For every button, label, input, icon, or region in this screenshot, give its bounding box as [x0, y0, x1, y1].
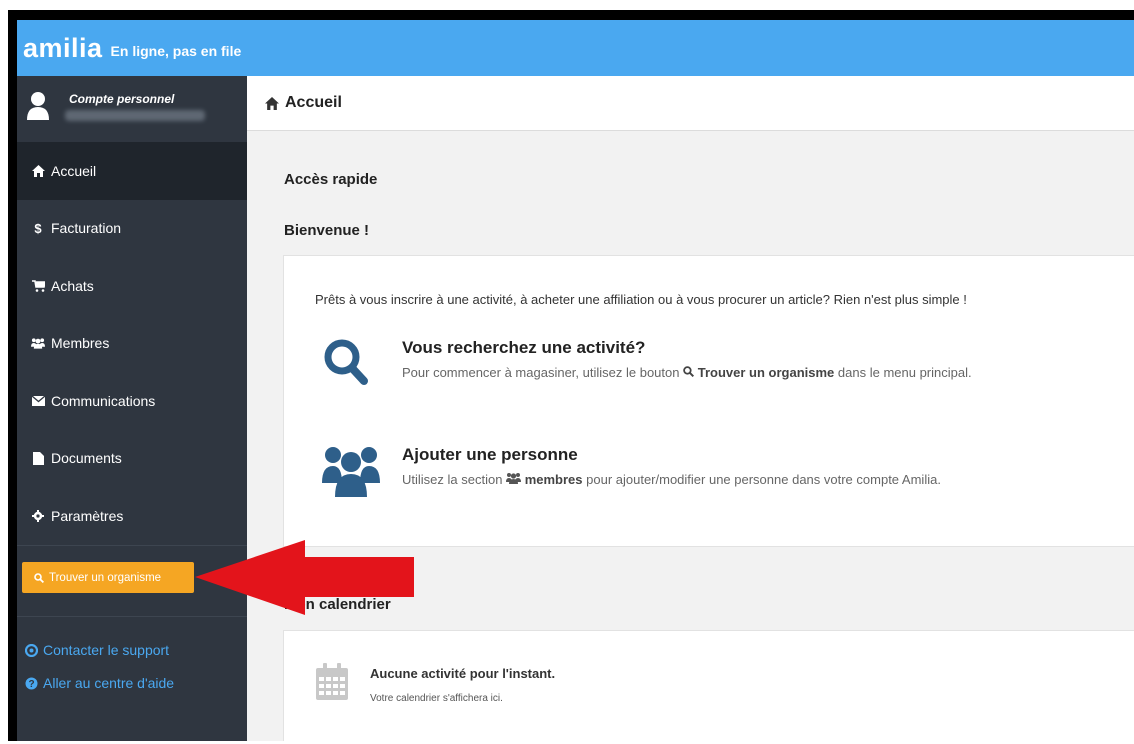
sidebar-item-label: Facturation	[51, 220, 122, 237]
sidebar-item-documents[interactable]: Documents	[17, 430, 247, 488]
tagline: En ligne, pas en file	[110, 43, 242, 59]
find-organization-button[interactable]: Trouver un organisme	[22, 562, 194, 593]
sidebar: Compte personnel Accueil $ Facturation A…	[17, 76, 247, 741]
screenshot-frame: amilia En ligne, pas en file Compte pers…	[8, 10, 1134, 741]
help-center-link[interactable]: ? Aller au centre d'aide	[25, 675, 174, 691]
file-icon	[31, 451, 45, 465]
welcome-card: Prêts à vous inscrire à une activité, à …	[283, 255, 1134, 547]
app-window: amilia En ligne, pas en file Compte pers…	[17, 20, 1134, 741]
sidebar-item-communications[interactable]: Communications	[17, 372, 247, 430]
calendar-icon	[316, 663, 348, 700]
page-title: Accueil	[285, 94, 342, 111]
sidebar-item-accueil[interactable]: Accueil	[17, 142, 247, 200]
users-icon	[506, 473, 522, 484]
lifebuoy-icon	[25, 643, 38, 657]
gear-icon	[31, 509, 45, 523]
sidebar-item-label: Documents	[51, 450, 122, 467]
sidebar-item-achats[interactable]: Achats	[17, 257, 247, 315]
search-icon	[324, 339, 368, 385]
search-icon	[683, 366, 695, 378]
home-icon	[265, 96, 279, 110]
search-icon	[34, 572, 44, 583]
main-content: Accueil Accès rapide Bienvenue ! Prêts à…	[247, 76, 1134, 741]
sidebar-item-label: Paramètres	[51, 507, 124, 524]
sidebar-item-parametres[interactable]: Paramètres	[17, 487, 247, 545]
sidebar-item-membres[interactable]: Membres	[17, 315, 247, 373]
question-icon: ?	[25, 677, 38, 690]
sidebar-item-label: Accueil	[51, 162, 97, 179]
home-icon	[31, 164, 45, 178]
sidebar-item-label: Membres	[51, 335, 110, 352]
account-header[interactable]: Compte personnel	[17, 76, 247, 142]
calendar-card: Aucune activité pour l'instant. Votre ca…	[283, 630, 1134, 741]
amilia-logo[interactable]: amilia	[23, 33, 103, 64]
person-feature-title: Ajouter une personne	[402, 445, 578, 464]
page-header: Accueil	[247, 76, 1134, 131]
envelope-icon	[31, 394, 45, 408]
search-feature-title: Vous recherchez une activité?	[402, 338, 646, 357]
svg-text:?: ?	[28, 679, 34, 690]
dollar-icon: $	[34, 220, 42, 236]
sidebar-item-facturation[interactable]: $ Facturation	[17, 200, 247, 258]
calendar-empty-title: Aucune activité pour l'instant.	[370, 666, 556, 681]
welcome-heading: Bienvenue !	[284, 222, 370, 239]
contact-support-link[interactable]: Contacter le support	[25, 642, 169, 658]
account-title: Compte personnel	[69, 92, 175, 106]
quick-access-heading: Accès rapide	[284, 171, 378, 188]
blurred-account-name	[65, 110, 205, 121]
person-feature-desc: Utilisez la section membres pour ajouter…	[402, 472, 941, 487]
users-icon	[31, 336, 45, 350]
contact-support-label: Contacter le support	[43, 642, 170, 658]
intro-text: Prêts à vous inscrire à une activité, à …	[315, 292, 967, 307]
find-organization-label: Trouver un organisme	[49, 571, 162, 584]
user-icon	[27, 92, 49, 120]
top-bar: amilia En ligne, pas en file	[17, 20, 1134, 76]
calendar-empty-subtitle: Votre calendrier s'affichera ici.	[370, 693, 503, 704]
users-icon	[322, 447, 380, 497]
red-annotation-arrow	[195, 540, 414, 615]
sidebar-item-label: Achats	[51, 277, 94, 294]
cart-icon	[31, 279, 45, 293]
search-feature-desc: Pour commencer à magasiner, utilisez le …	[402, 365, 972, 380]
sidebar-item-label: Communications	[51, 392, 156, 409]
help-center-label: Aller au centre d'aide	[43, 675, 175, 691]
